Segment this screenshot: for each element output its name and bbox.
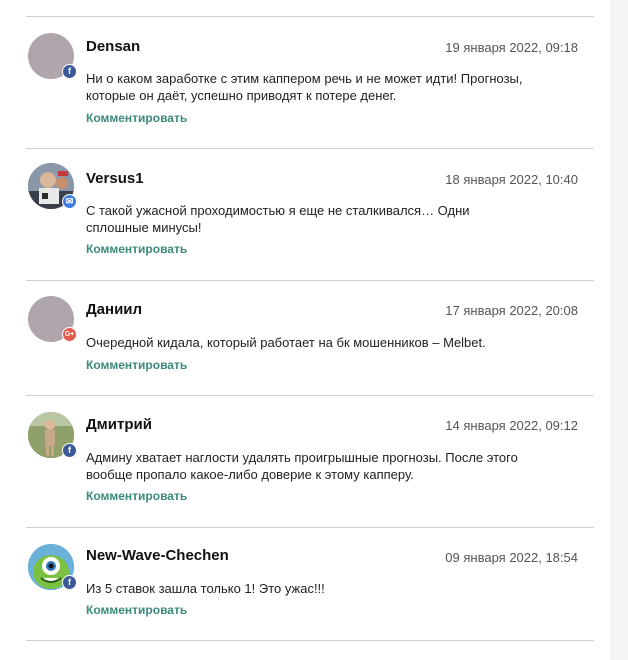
facebook-icon: f <box>62 64 77 79</box>
comment-text: С такой ужасной проходимостью я еще не с… <box>86 203 470 235</box>
comment-text: Очередной кидала, который работает на бк… <box>86 335 486 350</box>
comment-reply-link[interactable]: Комментировать <box>86 358 187 372</box>
comment-date: 19 января 2022, 09:18 <box>445 40 578 55</box>
mail-icon: ✉ <box>62 194 77 209</box>
comment-item: f New-Wave-Chechen 09 января 2022, 18:54… <box>26 528 594 640</box>
comment-text: Из 5 ставок зашла только 1! Это ужас!!! <box>86 581 325 596</box>
comment-reply-link[interactable]: Комментировать <box>86 111 187 125</box>
comment-author[interactable]: Densan <box>86 38 140 55</box>
comment-date: 14 января 2022, 09:12 <box>445 418 578 433</box>
comment-date: 18 января 2022, 10:40 <box>445 172 578 187</box>
comment-date: 17 января 2022, 20:08 <box>445 303 578 318</box>
comment-date: 09 января 2022, 18:54 <box>445 550 578 565</box>
comment-author[interactable]: Дмитрий <box>86 416 152 433</box>
google-plus-icon: G+ <box>62 327 77 342</box>
comment-author[interactable]: Даниил <box>86 301 142 318</box>
comment-text: Ни о каком заработке с этим каппером реч… <box>86 71 523 103</box>
comment-author[interactable]: New-Wave-Chechen <box>86 547 229 564</box>
comment-text: Админу хватает наглости удалять проигрыш… <box>86 450 518 482</box>
comment-item: ✉ Versus1 18 января 2022, 10:40 С такой … <box>26 149 594 280</box>
comments-list: f Densan 19 января 2022, 09:18 Ни о како… <box>26 16 594 641</box>
divider <box>26 640 594 641</box>
comment-reply-link[interactable]: Комментировать <box>86 603 187 617</box>
comment-item: f Densan 19 января 2022, 09:18 Ни о како… <box>26 17 594 148</box>
comment-author[interactable]: Versus1 <box>86 170 144 187</box>
comment-reply-link[interactable]: Комментировать <box>86 242 187 256</box>
comment-item: G+ Даниил 17 января 2022, 20:08 Очередно… <box>26 281 594 395</box>
comment-reply-link[interactable]: Комментировать <box>86 489 187 503</box>
comment-item: f Дмитрий 14 января 2022, 09:12 Админу х… <box>26 396 594 527</box>
facebook-icon: f <box>62 575 77 590</box>
facebook-icon: f <box>62 443 77 458</box>
